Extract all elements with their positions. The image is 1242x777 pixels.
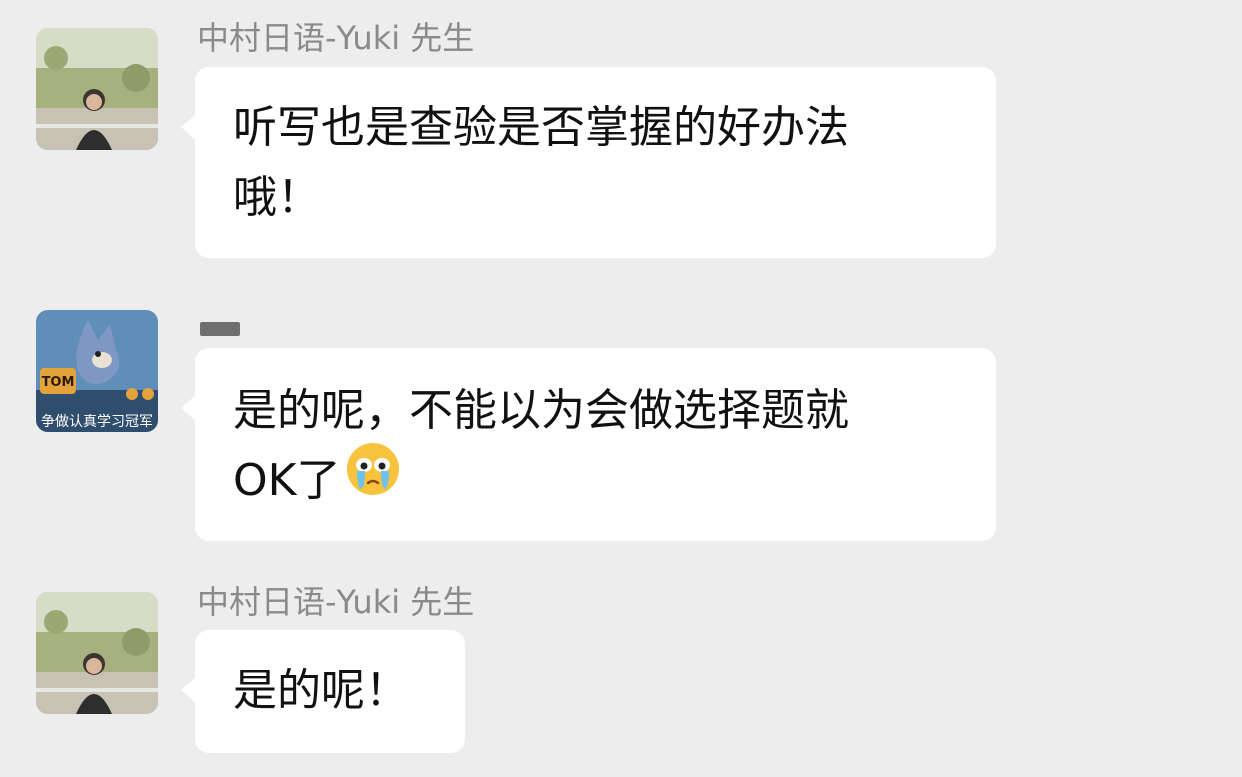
message-text-line: 是的呢，不能以为会做选择题就 <box>233 385 849 436</box>
sender-name: 中村日语-Yuki 先生 <box>197 19 475 57</box>
avatar-tom-label: TOM <box>42 375 75 390</box>
message-bubble[interactable]: 是的呢，不能以为会做选择题就 OK了 <box>181 348 996 541</box>
tom-cat-avatar[interactable]: TOM 争做认真学习冠军 <box>36 310 158 432</box>
message-text-line: OK了 <box>233 442 958 516</box>
message-bubble[interactable]: 听写也是查验是否掌握的好办法 哦！ <box>181 67 996 258</box>
teacher-avatar[interactable] <box>36 28 158 150</box>
message-text-line: 是的呢！ <box>233 665 409 716</box>
sender-name-redacted <box>200 322 240 336</box>
teacher-avatar[interactable] <box>36 592 158 714</box>
message-text-line: 哦！ <box>233 172 321 223</box>
sender-name: 中村日语-Yuki 先生 <box>197 583 475 621</box>
message-bubble[interactable]: 是的呢！ <box>181 630 465 753</box>
message-text: OK了 <box>233 455 341 506</box>
avatar-caption: 争做认真学习冠军 <box>41 414 153 430</box>
message-text-line: 听写也是查验是否掌握的好办法 <box>233 102 849 153</box>
crying-face-emoji <box>345 441 401 518</box>
